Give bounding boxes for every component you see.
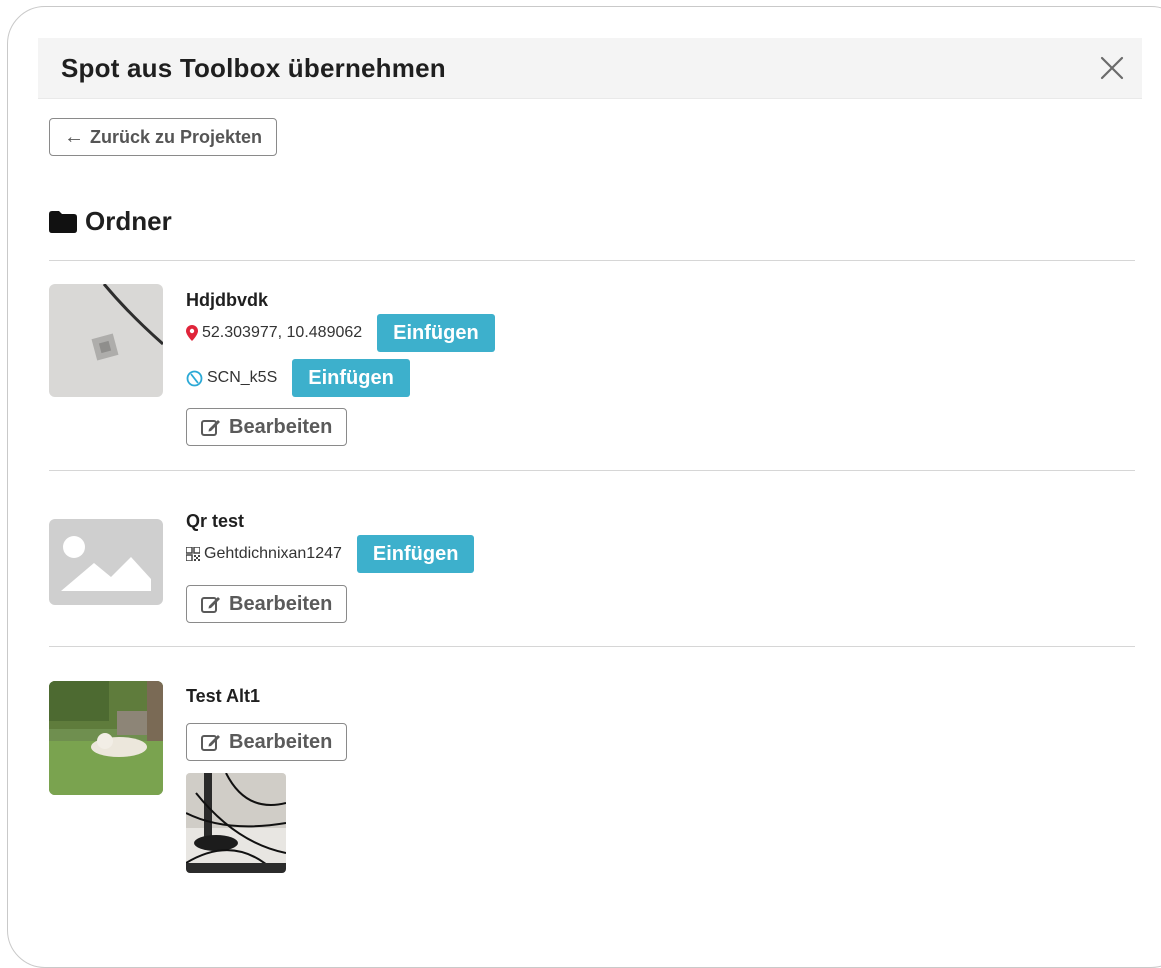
close-button[interactable] [1098,54,1126,82]
edit-button[interactable]: Bearbeiten [186,723,348,761]
edit-button-label: Bearbeiten [229,592,333,615]
spot-coordinates: 52.303977, 10.489062 [202,324,363,341]
folder-icon [49,210,77,233]
edit-icon [201,419,220,436]
insert-qr-button[interactable]: Einfügen [356,535,475,573]
edit-button-label: Bearbeiten [229,415,333,438]
spot-qr-id: Gehtdichnixan1247 [204,545,342,562]
map-marker-icon [186,325,198,341]
spot-name: Qr test [186,511,245,531]
edit-icon [201,596,220,613]
spot-name: Test Alt1 [186,686,261,706]
spot-thumbnail [49,519,163,605]
spot-nfc-row: SCN_k5S Einfügen [186,359,410,397]
modal-title: Spot aus Toolbox übernehmen [61,52,446,83]
close-icon [1100,56,1124,80]
spot-import-modal: Spot aus Toolbox übernehmen ← Zurück zu … [38,38,1142,898]
modal-header: Spot aus Toolbox übernehmen [38,38,1142,99]
divider [49,470,1135,471]
divider [49,260,1135,261]
insert-nfc-button[interactable]: Einfügen [292,359,410,397]
spot-image-thumbnail[interactable] [186,773,286,873]
spot-nfc-id: SCN_k5S [207,369,278,386]
spot-location-row: 52.303977, 10.489062 Einfügen [186,314,495,352]
arrow-left-icon: ← [64,125,84,148]
spot-qr-row: Gehtdichnixan1247 Einfügen [186,535,475,573]
edit-button-label: Bearbeiten [229,730,333,753]
edit-icon [201,734,220,751]
back-button-label: Zurück zu Projekten [90,126,263,147]
edit-button[interactable]: Bearbeiten [186,585,348,623]
image-placeholder-icon [49,519,163,605]
back-to-projects-button[interactable]: ← Zurück zu Projekten [49,118,278,156]
divider [49,646,1135,647]
spot-thumbnail [49,681,163,795]
folder-section-heading: Ordner [49,206,172,237]
edit-button[interactable]: Bearbeiten [186,408,348,446]
spot-name: Hdjdbvdk [186,290,269,310]
section-title: Ordner [85,206,172,236]
nfc-icon [186,370,203,386]
insert-location-button[interactable]: Einfügen [377,314,495,352]
spot-thumbnail [49,284,163,397]
qr-code-icon [186,547,200,561]
